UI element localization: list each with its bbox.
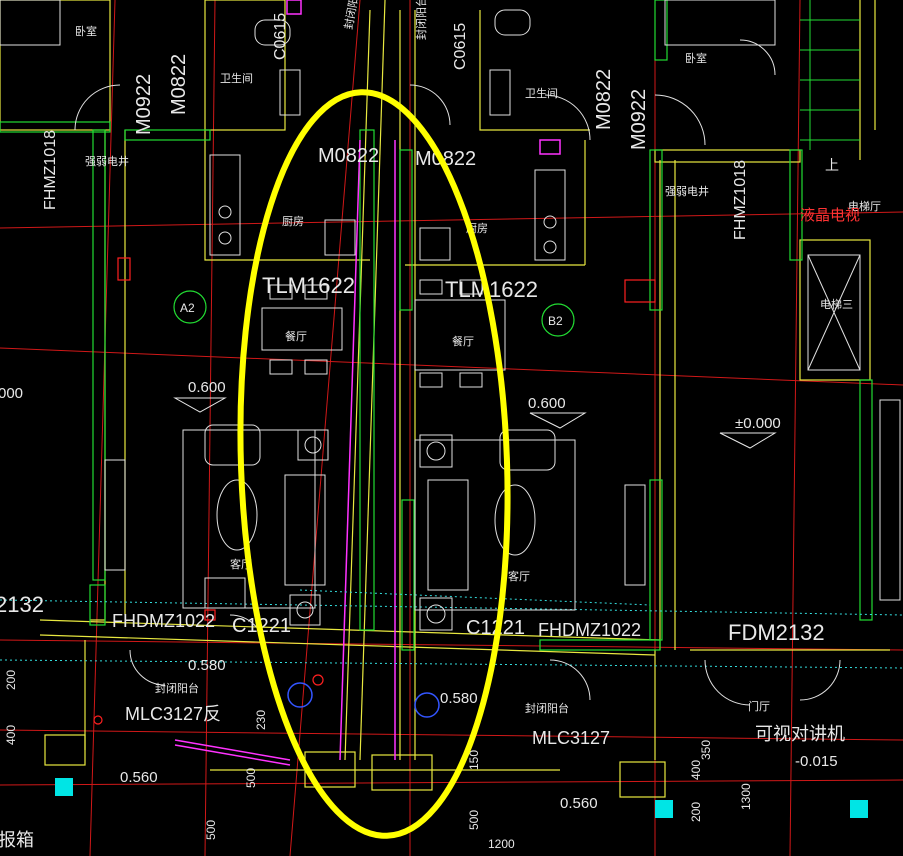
dim-500-b: 500 [204,820,218,840]
code-mlc-left: MLC3127反 [125,704,221,724]
label-lobby: 门厅 [748,699,770,713]
unit-tag-a2: A2 [180,301,195,315]
dim-230: 230 [254,710,268,730]
label-balcony-right: 封闭阳台 [525,701,569,715]
code-tlm-left: TLM1622 [262,273,355,298]
label-intercom: 可视对讲机 [755,724,845,745]
unit-tag-b2: B2 [548,314,563,328]
dim-400: 400 [4,725,18,745]
level-0600-right: 0.600 [528,395,566,412]
label-shaft-right: 强弱电井 [665,184,709,198]
label-balcony-top-right: 封闭阳台 [414,0,428,40]
dim-500-c: 500 [467,810,481,830]
label-bedroom-left: 卧室 [75,24,97,38]
label-living-right: 客厅 [508,569,530,583]
code-m0822-left: M0822 [168,54,190,115]
level-minus-0015: -0.015 [795,753,838,770]
level-0600-left: 0.600 [188,379,226,396]
label-alarm: 报箱 [0,830,34,851]
code-fhdmz-right: FHDMZ1022 [538,620,641,640]
code-fdm: FDM2132 [728,620,825,645]
dim-500-a: 500 [244,768,258,788]
code-m0822-right: M0822 [593,69,615,130]
code-mlc-right: MLC3127 [532,728,610,748]
level-0580-left: 0.580 [188,657,226,674]
dim-350: 350 [699,740,713,760]
label-bedroom-right: 卧室 [685,51,707,65]
level-0560-left: 0.560 [120,769,158,786]
code-fhmz1018-right: FHMZ1018 [732,160,749,240]
code-m0922-left: M0922 [133,74,155,135]
dim-200: 200 [4,670,18,690]
code-tlm-right: TLM1622 [445,277,538,302]
label-shaft-left: 强弱电井 [85,154,129,168]
code-2132: 2132 [0,592,44,617]
code-c0615-right: C0615 [452,23,469,70]
level-0560-right: 0.560 [560,795,598,812]
code-c0615-left: C0615 [272,13,289,60]
label-dining-left: 餐厅 [285,329,307,343]
label-bath-right: 卫生间 [525,86,558,100]
dim-1200: 1200 [488,837,515,851]
label-dining-right: 餐厅 [452,334,474,348]
label-balcony-left: 封闭阳台 [155,681,199,695]
floor-plan-drawing: 卧室 卧室 卫生间 卫生间 厨房 厨房 餐厅 餐厅 客厅 客厅 封闭阳台 封闭阳… [0,0,903,856]
label-bath-left: 卫生间 [220,71,253,85]
label-elev-hall: 电梯三 [820,298,853,311]
code-fhdmz-left: FHDMZ1022 [112,611,215,631]
dim-200-right: 200 [689,802,703,822]
level-0000: ±0.000 [735,415,781,432]
level-0580-right: 0.580 [440,690,478,707]
dim-400-right: 400 [689,760,703,780]
label-lcd-tv: 液晶电视 [800,206,860,224]
label-kitchen-left: 厨房 [282,215,304,228]
dim-1300: 1300 [739,783,753,810]
code-m0922-right: M0922 [628,89,650,150]
label-up: 上 [825,158,839,174]
code-m0822-kitchen-left: M0822 [318,145,379,167]
code-fhmz1018-left: FHMZ1018 [42,130,59,210]
level-edge: 000 [0,385,23,402]
